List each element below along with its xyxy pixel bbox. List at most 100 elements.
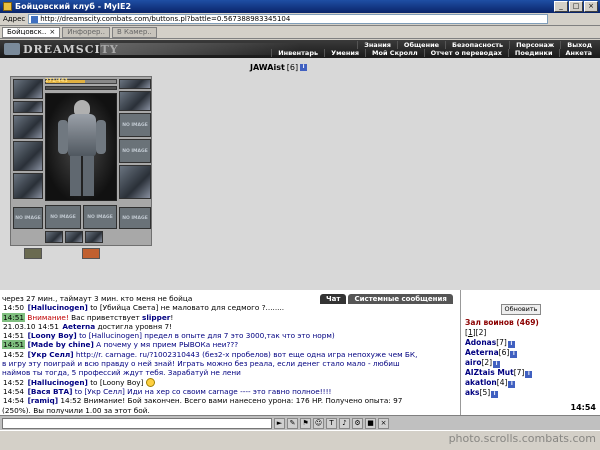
nav-skills[interactable]: Умения: [324, 49, 365, 57]
slot-empty-bottom-1[interactable]: NO IMAGE: [45, 205, 81, 229]
nav-transfer-report[interactable]: Отчет о переводах: [423, 49, 508, 57]
slot-small-2[interactable]: [65, 231, 83, 243]
info-icon[interactable]: i: [507, 341, 515, 348]
chat-text: 14:52: [3, 349, 25, 359]
nav-communication[interactable]: Общение: [396, 41, 445, 49]
slot-armor[interactable]: [13, 141, 43, 171]
close-button[interactable]: ×: [584, 1, 598, 12]
character-panel: 271/443 NO IMAGE NO IMAGE NO IMAGE NO IM…: [10, 76, 152, 246]
sound-icon[interactable]: ♪: [339, 417, 350, 429]
nav-character[interactable]: Персонаж: [509, 41, 560, 49]
figure-arm-right: [96, 120, 106, 154]
refresh-button[interactable]: Обновить: [501, 304, 541, 315]
exit-chat-icon[interactable]: ×: [378, 417, 389, 429]
chat-line: 21.03.10 14:51 Aeterna достигла уровня 7…: [2, 322, 458, 331]
page-1[interactable]: 1: [468, 328, 473, 337]
warrior-item[interactable]: akatlon[4] i: [465, 378, 595, 388]
info-icon[interactable]: i: [510, 351, 518, 358]
address-label: Адрес: [3, 15, 26, 23]
hp-text: 271/443: [45, 78, 68, 84]
chat-username[interactable]: slipper: [142, 313, 170, 322]
slot-belt[interactable]: [13, 173, 43, 199]
slot-gloves[interactable]: [119, 91, 151, 111]
slot-shield-empty[interactable]: NO IMAGE: [119, 113, 151, 137]
address-input[interactable]: http://dreamscity.combats.com/buttons.pl…: [28, 14, 549, 24]
tab-system-messages[interactable]: Системные сообщения: [348, 294, 453, 304]
slot-boots[interactable]: [119, 165, 151, 199]
warrior-item[interactable]: AIZtais Mut[7] i: [465, 368, 595, 378]
nav-security[interactable]: Безопасность: [445, 41, 509, 49]
no-image-label: NO IMAGE: [122, 215, 148, 221]
chat-text: 21.03.10 14:51: [3, 321, 59, 331]
chat-username[interactable]: [Hallucinogen]: [25, 378, 88, 387]
chat-username[interactable]: [Made by chine]: [25, 340, 94, 349]
chat-username[interactable]: [ramiq]: [25, 396, 59, 405]
nav-inventory[interactable]: Инвентарь: [271, 49, 324, 57]
chat-line: 14:52 [Hallucinogen] to [Loony Boy]: [2, 378, 458, 388]
mana-bar: [45, 86, 117, 90]
close-tab-icon[interactable]: ×: [49, 27, 55, 37]
character-name[interactable]: JAWAist: [250, 63, 285, 72]
info-icon[interactable]: i: [508, 381, 516, 388]
nav-knowledge[interactable]: Знания: [357, 41, 397, 49]
room-title: Зал воинов (469): [465, 318, 539, 327]
warrior-name[interactable]: AIZtais Mut: [465, 368, 514, 377]
maximize-button[interactable]: □: [569, 1, 583, 12]
chat-username[interactable]: [Вася ВТА]: [25, 387, 73, 396]
tab-prison[interactable]: В Камер..: [111, 26, 157, 38]
chat-text: to [Укр Селл] Иди на хер со своим carnag…: [72, 387, 332, 397]
chat-username[interactable]: [Hallucinogen]: [25, 303, 88, 312]
tab-chat[interactable]: Чат: [320, 294, 347, 304]
info-icon[interactable]: i: [525, 371, 533, 378]
nav-exit[interactable]: Выход: [560, 41, 598, 49]
slot-empty-bottom-2[interactable]: NO IMAGE: [83, 205, 117, 229]
warrior-name[interactable]: akatlon: [465, 378, 497, 387]
lock-icon[interactable]: ■: [365, 417, 376, 429]
translit-icon[interactable]: T: [326, 417, 337, 429]
slot-earrings[interactable]: [119, 79, 151, 89]
tab-label: В Камер..: [116, 28, 152, 36]
slot-ring-empty[interactable]: NO IMAGE: [119, 139, 151, 163]
slot-empty-right[interactable]: NO IMAGE: [119, 207, 151, 229]
warrior-item[interactable]: airo[2] i: [465, 358, 595, 368]
slot-small-3[interactable]: [85, 231, 103, 243]
slot-small-1[interactable]: [45, 231, 63, 243]
slot-helmet[interactable]: [13, 79, 43, 99]
smiley-icon[interactable]: ☺: [313, 417, 324, 429]
warrior-name[interactable]: aks: [465, 388, 480, 397]
chat-log[interactable]: через 27 мин., таймаут 3 мин. кто меня н…: [2, 294, 458, 414]
warrior-level: [5]: [479, 388, 491, 397]
chat-username[interactable]: Aeterna: [60, 322, 95, 331]
watermark: photo.scrolls.combats.com: [448, 432, 596, 445]
slot-empty-left[interactable]: NO IMAGE: [13, 207, 43, 229]
tab-label: Бойцовск..: [7, 28, 47, 36]
tab-info[interactable]: Инфорер..: [62, 26, 110, 38]
slot-weapon[interactable]: [13, 115, 43, 139]
slot-amulet[interactable]: [13, 101, 43, 113]
filter-icon[interactable]: ⚑: [300, 417, 311, 429]
warrior-item[interactable]: Aeterna[6] i: [465, 348, 595, 358]
chat-username[interactable]: [Loony Boy]: [25, 331, 77, 340]
tab-fight-club[interactable]: Бойцовск.. ×: [2, 26, 61, 38]
quick-item-1[interactable]: [24, 248, 42, 259]
warrior-name[interactable]: Aeterna: [465, 348, 499, 357]
nav-profile[interactable]: Анкета: [558, 49, 599, 57]
nav-my-scroll[interactable]: Мой Скролл: [365, 49, 424, 57]
info-icon[interactable]: i: [493, 361, 501, 368]
send-icon[interactable]: ►: [274, 417, 285, 429]
warrior-item[interactable]: Adonas[7] i: [465, 338, 595, 348]
chat-username[interactable]: [Укр Селл]: [25, 350, 74, 359]
warrior-name[interactable]: airo: [465, 358, 481, 367]
nav-fights[interactable]: Поединки: [507, 49, 559, 57]
clear-icon[interactable]: ✎: [287, 417, 298, 429]
warrior-name[interactable]: Adonas: [465, 338, 496, 347]
chat-input[interactable]: [2, 417, 272, 429]
warrior-item[interactable]: aks[5] i: [465, 388, 595, 398]
page-2[interactable]: 2: [479, 328, 484, 337]
info-icon[interactable]: i: [300, 64, 308, 71]
quick-item-2[interactable]: [82, 248, 100, 259]
info-icon[interactable]: i: [491, 391, 499, 398]
warrior-level: [6]: [498, 348, 510, 357]
minimize-button[interactable]: _: [554, 1, 568, 12]
settings-icon[interactable]: ⚙: [352, 417, 363, 429]
